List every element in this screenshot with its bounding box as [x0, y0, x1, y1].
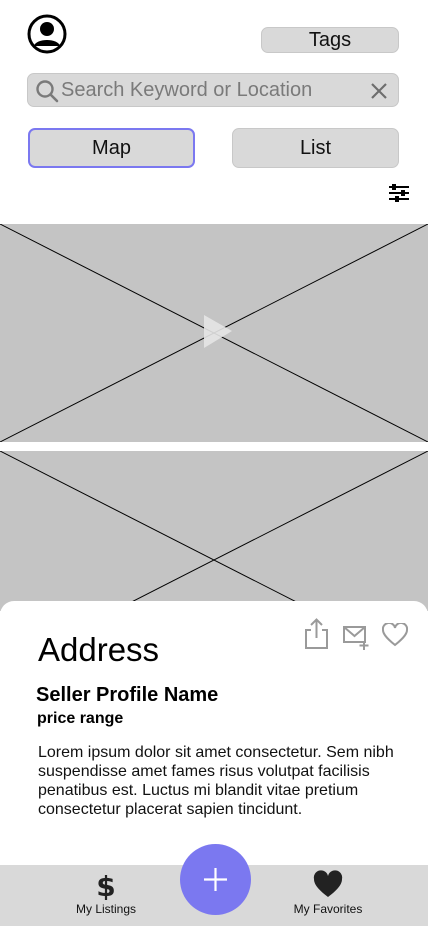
search-input[interactable]: [61, 76, 361, 104]
placeholder-cross: [0, 451, 428, 611]
play-icon: [204, 315, 232, 348]
filter-sliders-icon[interactable]: [387, 182, 411, 204]
nav-my-favorites[interactable]: My Favorites: [268, 865, 388, 926]
heart-outline-icon[interactable]: [382, 623, 408, 647]
listing-address: Address: [38, 631, 160, 668]
list-view-button[interactable]: List: [232, 128, 399, 168]
close-icon[interactable]: [369, 81, 389, 101]
search-bar[interactable]: [27, 73, 399, 107]
profile-avatar-icon[interactable]: [27, 14, 67, 54]
nav-my-listings[interactable]: $ My Listings: [46, 865, 166, 926]
share-icon[interactable]: [303, 617, 330, 650]
tags-button[interactable]: Tags: [261, 27, 399, 53]
listing-detail-card: Address Seller Profile Name price range …: [0, 601, 428, 871]
svg-text:$: $: [96, 870, 115, 900]
map-view-button[interactable]: Map: [28, 128, 195, 168]
nav-label: My Listings: [75, 902, 137, 916]
listing-description: Lorem ipsum dolor sit amet consectetur. …: [38, 744, 394, 818]
plus-icon: [204, 868, 227, 891]
add-listing-button[interactable]: [180, 844, 251, 915]
price-range: price range: [37, 710, 124, 727]
search-icon: [36, 80, 59, 103]
mail-add-icon[interactable]: [342, 623, 370, 651]
nav-label: My Favorites: [293, 902, 363, 916]
dollar-icon: $: [96, 870, 115, 900]
video-placeholder[interactable]: [0, 224, 428, 442]
placeholder-cross: [0, 224, 428, 442]
seller-profile-name[interactable]: Seller Profile Name: [36, 684, 218, 707]
heart-filled-icon: [313, 870, 343, 897]
image-placeholder: [0, 451, 428, 611]
